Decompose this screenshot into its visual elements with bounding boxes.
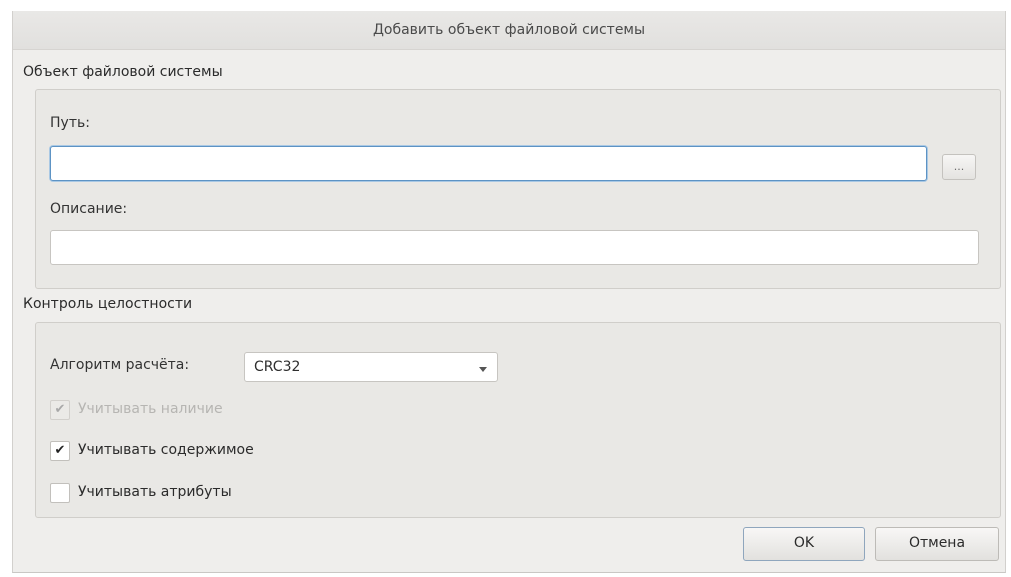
algorithm-select[interactable]: CRC32 xyxy=(244,352,498,382)
checkbox-content-box[interactable]: ✔ xyxy=(50,441,70,461)
fs-object-section-title: Объект файловой системы xyxy=(23,64,223,80)
algorithm-label: Алгоритм расчёта: xyxy=(50,357,190,373)
checkbox-content-label: Учитывать содержимое xyxy=(78,442,254,458)
checkbox-presence-label: Учитывать наличие xyxy=(78,401,223,417)
path-label: Путь: xyxy=(50,115,90,131)
browse-button[interactable]: ... xyxy=(942,154,976,180)
integrity-group: Алгоритм расчёта: CRC32 ✔ Учитывать нали… xyxy=(35,322,1001,518)
ok-button[interactable]: OK xyxy=(743,527,865,561)
description-label: Описание: xyxy=(50,201,128,217)
chevron-down-icon xyxy=(479,367,487,372)
algorithm-value: CRC32 xyxy=(254,359,301,375)
checkbox-attributes-box[interactable] xyxy=(50,483,70,503)
dialog-window: Добавить объект файловой системы Объект … xyxy=(12,11,1006,573)
checkbox-attributes-label: Учитывать атрибуты xyxy=(78,484,232,500)
description-input[interactable] xyxy=(50,230,979,265)
integrity-section-title: Контроль целостности xyxy=(23,296,193,312)
fs-object-group: Путь: ... Описание: xyxy=(35,89,1001,289)
path-input[interactable] xyxy=(50,146,927,181)
checkbox-presence: ✔ Учитывать наличие xyxy=(50,399,450,423)
checkbox-content[interactable]: ✔ Учитывать содержимое xyxy=(50,440,450,464)
checkbox-attributes[interactable]: Учитывать атрибуты xyxy=(50,482,450,506)
dialog-title: Добавить объект файловой системы xyxy=(13,11,1005,50)
cancel-button[interactable]: Отмена xyxy=(875,527,999,561)
checkbox-presence-box: ✔ xyxy=(50,400,70,420)
